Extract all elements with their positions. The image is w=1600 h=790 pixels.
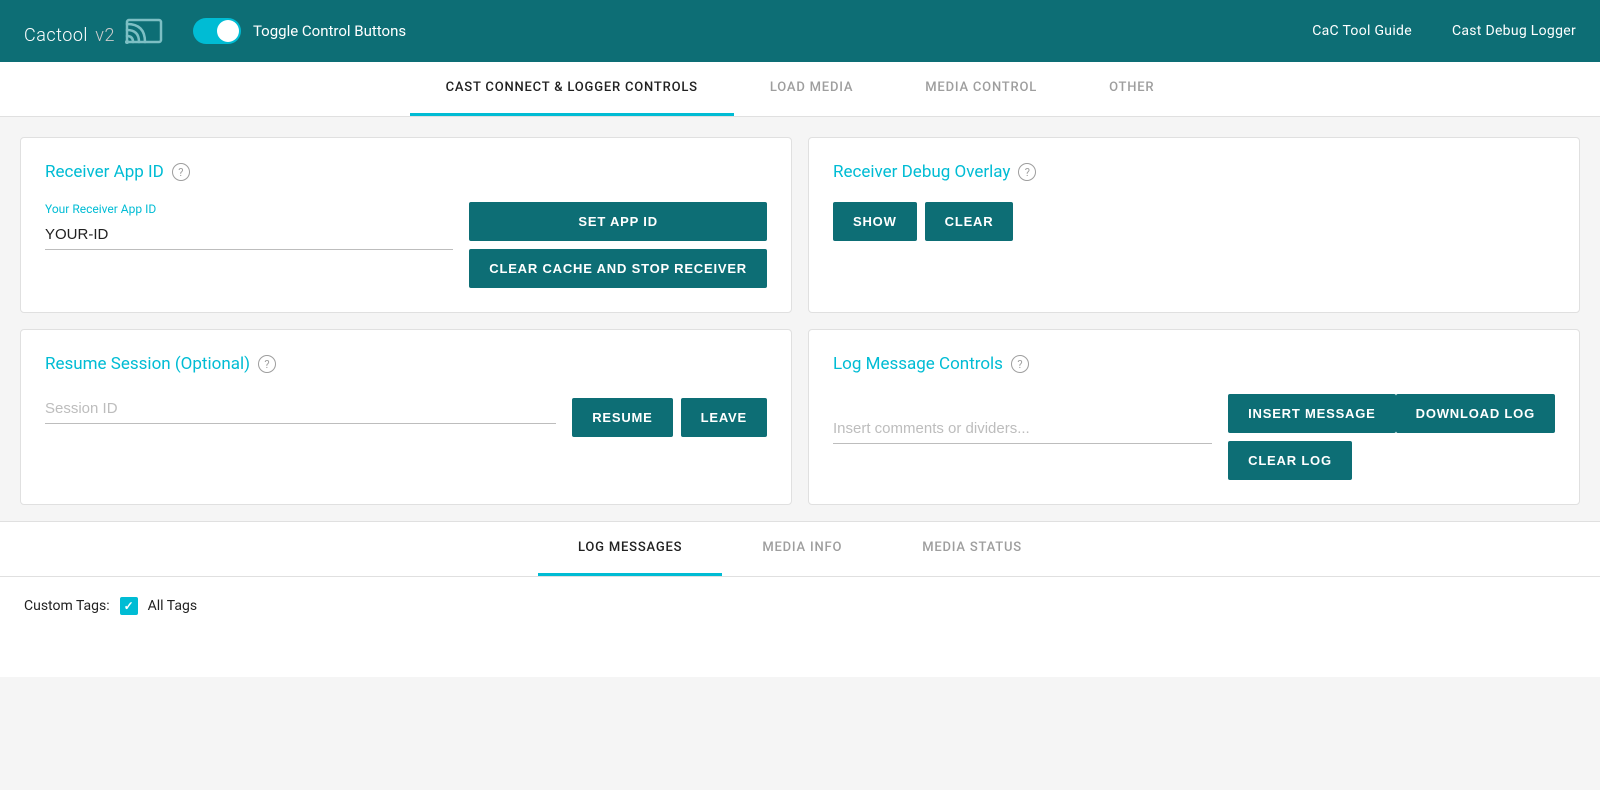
- log-buttons: INSERT MESSAGE DOWNLOAD LOG CLEAR LOG: [1228, 394, 1555, 480]
- bottom-tabs: LOG MESSAGES MEDIA INFO MEDIA STATUS: [0, 522, 1600, 577]
- receiver-app-title: Receiver App ID ?: [45, 162, 767, 182]
- session-buttons: RESUME LEAVE: [572, 398, 767, 437]
- receiver-debug-panel: Receiver Debug Overlay ? SHOW CLEAR: [808, 137, 1580, 313]
- all-tags-checkbox[interactable]: [120, 597, 138, 615]
- tab-media-info[interactable]: MEDIA INFO: [722, 522, 882, 576]
- resume-session-body: RESUME LEAVE: [45, 394, 767, 440]
- receiver-app-buttons: SET APP ID CLEAR CACHE AND STOP RECEIVER: [469, 202, 767, 288]
- resume-button[interactable]: RESUME: [572, 398, 672, 437]
- log-comment-input[interactable]: [833, 414, 1212, 444]
- session-input-area: [45, 394, 556, 440]
- log-message-title: Log Message Controls ?: [833, 354, 1555, 374]
- download-log-button[interactable]: DOWNLOAD LOG: [1396, 394, 1555, 433]
- tab-cast-connect[interactable]: CAST CONNECT & LOGGER CONTROLS: [410, 62, 734, 116]
- receiver-app-input-area: Your Receiver App ID: [45, 202, 453, 266]
- tab-log-messages[interactable]: LOG MESSAGES: [538, 522, 722, 576]
- bottom-section: LOG MESSAGES MEDIA INFO MEDIA STATUS Cus…: [0, 521, 1600, 677]
- log-input-area: [833, 414, 1212, 460]
- custom-tags-row: Custom Tags: All Tags: [24, 597, 1576, 615]
- log-message-body: INSERT MESSAGE DOWNLOAD LOG CLEAR LOG: [833, 394, 1555, 480]
- receiver-debug-buttons: SHOW CLEAR: [833, 202, 1555, 241]
- receiver-app-body: Your Receiver App ID SET APP ID CLEAR CA…: [45, 202, 767, 288]
- log-message-panel: Log Message Controls ? INSERT MESSAGE DO…: [808, 329, 1580, 505]
- resume-session-help-icon[interactable]: ?: [258, 355, 276, 373]
- resume-session-panel: Resume Session (Optional) ? RESUME LEAVE: [20, 329, 792, 505]
- tab-load-media[interactable]: LOAD MEDIA: [734, 62, 889, 116]
- clear-log-button[interactable]: CLEAR LOG: [1228, 441, 1352, 480]
- brand-area: Cactool v2 Toggle Control Buttons: [24, 15, 1312, 48]
- custom-tags-label: Custom Tags:: [24, 598, 110, 614]
- receiver-app-help-icon[interactable]: ?: [172, 163, 190, 181]
- receiver-debug-help-icon[interactable]: ?: [1018, 163, 1036, 181]
- main-content: Receiver App ID ? Your Receiver App ID S…: [0, 117, 1600, 505]
- log-message-help-icon[interactable]: ?: [1011, 355, 1029, 373]
- clear-cache-button[interactable]: CLEAR CACHE AND STOP RECEIVER: [469, 249, 767, 288]
- cast-icon: [125, 16, 163, 46]
- set-app-id-button[interactable]: SET APP ID: [469, 202, 767, 241]
- toggle-switch[interactable]: [193, 18, 241, 44]
- tab-other[interactable]: OTHER: [1073, 62, 1190, 116]
- session-id-input[interactable]: [45, 394, 556, 424]
- header-nav: CaC Tool Guide Cast Debug Logger: [1312, 23, 1576, 39]
- toggle-label: Toggle Control Buttons: [253, 22, 406, 40]
- insert-message-button[interactable]: INSERT MESSAGE: [1228, 394, 1396, 433]
- resume-session-title: Resume Session (Optional) ?: [45, 354, 767, 374]
- bottom-content: Custom Tags: All Tags: [0, 577, 1600, 677]
- show-button[interactable]: SHOW: [833, 202, 917, 241]
- all-tags-label: All Tags: [148, 598, 197, 614]
- tab-media-control[interactable]: MEDIA CONTROL: [889, 62, 1073, 116]
- receiver-app-input[interactable]: [45, 220, 453, 250]
- tab-media-status[interactable]: MEDIA STATUS: [882, 522, 1062, 576]
- receiver-debug-title: Receiver Debug Overlay ?: [833, 162, 1555, 182]
- app-header: Cactool v2 Toggle Control Buttons CaC To…: [0, 0, 1600, 62]
- receiver-app-panel: Receiver App ID ? Your Receiver App ID S…: [20, 137, 792, 313]
- main-tabs: CAST CONNECT & LOGGER CONTROLS LOAD MEDI…: [0, 62, 1600, 117]
- cac-tool-guide-link[interactable]: CaC Tool Guide: [1312, 23, 1412, 39]
- leave-button[interactable]: LEAVE: [681, 398, 767, 437]
- panel-grid: Receiver App ID ? Your Receiver App ID S…: [20, 137, 1580, 505]
- clear-button[interactable]: CLEAR: [925, 202, 1014, 241]
- toggle-area[interactable]: Toggle Control Buttons: [193, 18, 406, 44]
- brand-name: Cactool v2: [24, 15, 115, 48]
- receiver-app-input-label: Your Receiver App ID: [45, 202, 453, 216]
- cast-debug-logger-link[interactable]: Cast Debug Logger: [1452, 23, 1576, 39]
